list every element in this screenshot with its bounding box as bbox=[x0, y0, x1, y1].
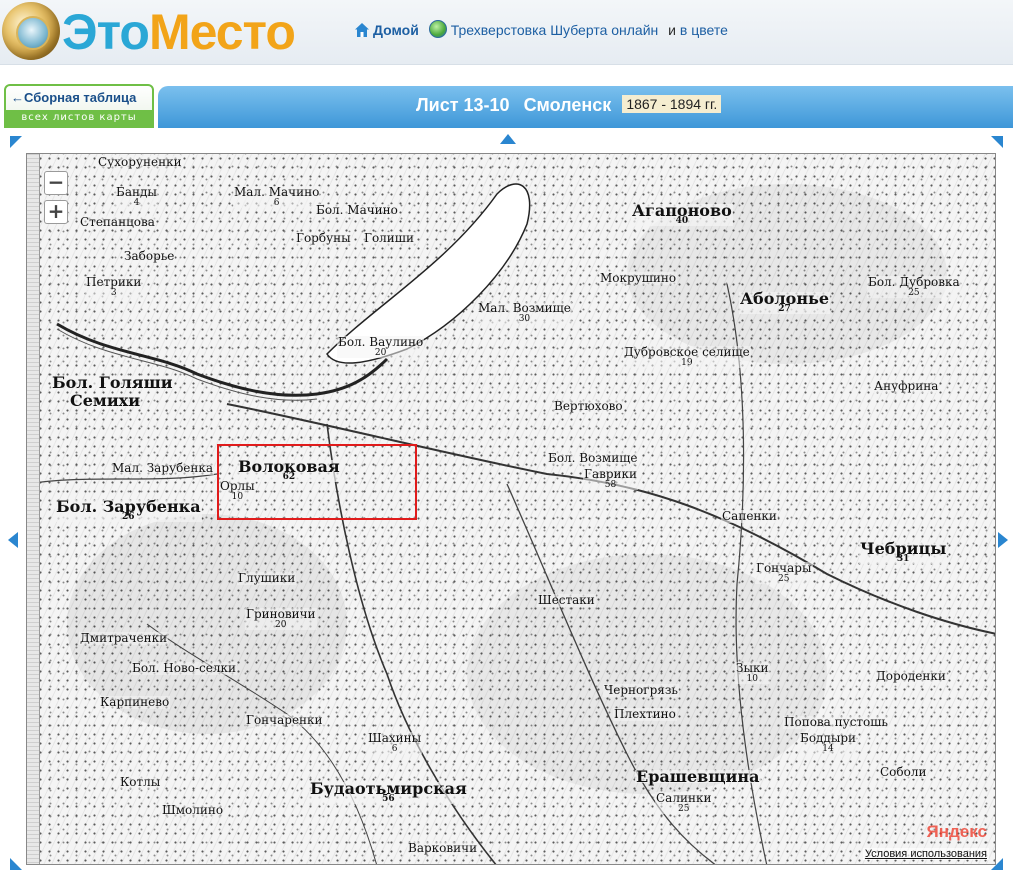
place-label: Бол. Мачино bbox=[315, 203, 399, 217]
zoom-out-button[interactable]: − bbox=[44, 171, 68, 195]
place-label: Аболонье 27 bbox=[739, 289, 831, 314]
zoom-in-button[interactable]: + bbox=[44, 200, 68, 224]
place-label: Шахины 6 bbox=[367, 731, 423, 754]
sheet-city: Смоленск bbox=[523, 95, 612, 115]
place-label: Салинки 25 bbox=[655, 791, 713, 814]
place-label: Шмолино bbox=[161, 803, 225, 817]
place-label: Соболи bbox=[879, 765, 928, 779]
globe-icon bbox=[428, 20, 447, 38]
place-label: Мал. Зарубенка bbox=[111, 461, 215, 475]
home-link[interactable]: Домой bbox=[373, 22, 419, 38]
place-label: Горбуны bbox=[295, 231, 352, 245]
terms-of-use-link[interactable]: Условия использования bbox=[862, 848, 989, 860]
place-label: Гончаренки bbox=[245, 713, 324, 727]
place-label: Гриновичи 20 bbox=[245, 607, 317, 630]
nav-arrow-northeast-icon[interactable] bbox=[991, 136, 1003, 148]
place-label: Сухоруненки bbox=[97, 155, 183, 169]
logo-part-1: Это bbox=[62, 4, 150, 60]
place-label: Степанцова bbox=[79, 215, 156, 229]
place-label: Попова пустошь bbox=[783, 715, 889, 729]
sheet-title: Лист 13-10 Смоленск 1867 - 1894 гг. bbox=[416, 95, 722, 116]
place-label: Дубровское селище 19 bbox=[623, 345, 751, 368]
place-label: Глушики bbox=[237, 571, 297, 585]
place-label: Бол. Ваулино 20 bbox=[337, 335, 425, 358]
nav-color[interactable]: и в цвете bbox=[668, 22, 728, 38]
logo-globe-icon[interactable] bbox=[2, 2, 60, 60]
place-label: Бол. Ново-селки bbox=[131, 661, 237, 675]
place-label: Ерашевщина bbox=[635, 767, 761, 786]
place-label: Бол. Дубровка 25 bbox=[867, 275, 961, 298]
schubert-link[interactable]: Трехверстовка Шуберта онлайн bbox=[451, 22, 659, 38]
place-label: Черногрязь bbox=[603, 683, 679, 697]
nav-arrow-west-icon[interactable] bbox=[8, 532, 18, 548]
road-west bbox=[27, 473, 218, 485]
place-label: Ануфрина bbox=[873, 379, 940, 393]
nav-arrow-northwest-icon[interactable] bbox=[10, 136, 22, 148]
place-label: Банды 4 bbox=[115, 185, 158, 208]
place-label: Гаврики 58 bbox=[583, 467, 639, 490]
place-label: Карпинево bbox=[99, 695, 171, 709]
nav-arrow-southwest-icon[interactable] bbox=[10, 858, 22, 870]
place-label: Чебрицы 31 bbox=[859, 539, 948, 564]
place-label: Плехтино bbox=[613, 707, 677, 721]
place-label: Боддыри 14 bbox=[799, 731, 858, 754]
place-label: Мал. Мачино 6 bbox=[233, 185, 321, 208]
highlight-rectangle bbox=[217, 444, 417, 520]
nav-arrow-north-icon[interactable] bbox=[500, 134, 516, 144]
map-viewport[interactable]: Сухоруненки Банды 4 Степанцова Заборье Пе… bbox=[26, 153, 996, 865]
forest-area-center bbox=[467, 554, 827, 794]
sheet-title-bar: Лист 13-10 Смоленск 1867 - 1894 гг. bbox=[158, 86, 1013, 128]
place-label: Дмитраченки bbox=[79, 631, 169, 645]
place-label: Бол. Возмище bbox=[547, 451, 639, 465]
logo-part-2: Место bbox=[148, 4, 296, 60]
place-label: Шестаки bbox=[537, 593, 596, 607]
color-link[interactable]: в цвете bbox=[680, 22, 728, 38]
place-label: Вертюхово bbox=[553, 399, 624, 413]
place-label: Бол. Зарубенка 26 bbox=[55, 497, 202, 522]
place-label: Голиши bbox=[363, 231, 415, 245]
place-label: Мал. Возмище 30 bbox=[477, 301, 572, 324]
color-prefix: и bbox=[668, 22, 676, 38]
place-label: Агапоново 40 bbox=[631, 201, 733, 226]
home-icon bbox=[355, 23, 369, 37]
back-to-index-tab[interactable]: ←Сборная таблица всех листов карты bbox=[4, 84, 154, 128]
place-label: Будаотьмирская 56 bbox=[309, 779, 468, 804]
place-label: Дороденки bbox=[875, 669, 947, 683]
yandex-logo: Яндекс bbox=[926, 822, 987, 841]
back-tab-sublabel: всех листов карты bbox=[6, 110, 152, 126]
place-label: Гончары 25 bbox=[755, 561, 813, 584]
place-label: Сапенки bbox=[721, 509, 778, 523]
top-nav: Домой Трехверстовка Шуберта онлайн и в ц… bbox=[354, 20, 734, 38]
place-label: Заборье bbox=[123, 249, 176, 263]
back-tab-label: ←Сборная таблица bbox=[11, 90, 137, 105]
place-label: Зыки 10 bbox=[735, 661, 770, 684]
sheet-number: Лист 13-10 bbox=[416, 95, 510, 115]
site-logo[interactable]: ЭтоМесто bbox=[62, 2, 296, 62]
place-label: Семихи bbox=[69, 391, 142, 410]
site-header: ЭтоМесто Домой Трехверстовка Шуберта онл… bbox=[0, 0, 1013, 65]
nav-schubert[interactable]: Трехверстовка Шуберта онлайн bbox=[428, 20, 659, 38]
sheet-years-badge: 1867 - 1894 гг. bbox=[622, 95, 722, 113]
nav-arrow-east-icon[interactable] bbox=[998, 532, 1008, 548]
place-label: Петрики 3 bbox=[85, 275, 143, 298]
nav-home[interactable]: Домой bbox=[354, 22, 419, 38]
place-label: Бол. Голяши bbox=[51, 373, 174, 392]
sheet-margin-strip bbox=[27, 154, 40, 864]
place-label: Котлы bbox=[119, 775, 162, 789]
place-label: Варковичи bbox=[407, 841, 479, 855]
place-label: Мокрушино bbox=[599, 271, 678, 285]
